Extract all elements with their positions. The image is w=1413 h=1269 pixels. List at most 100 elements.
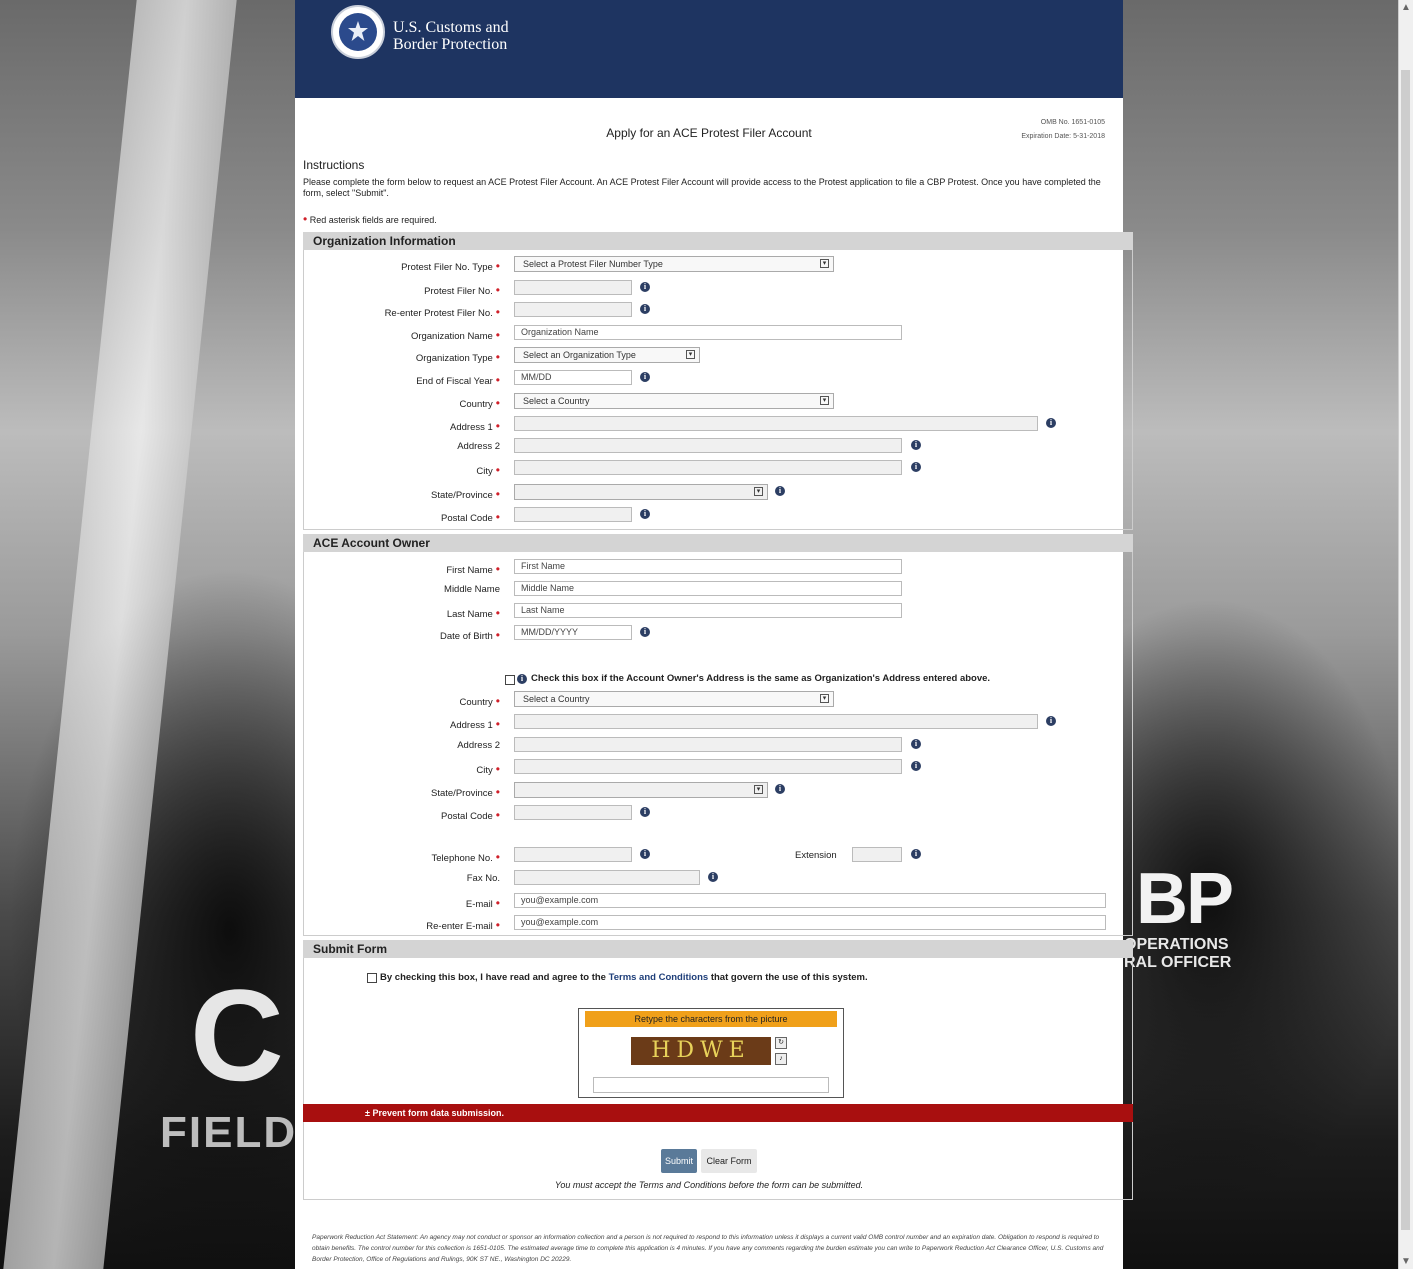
first-name-label: First Name • bbox=[295, 562, 500, 576]
country-label: Country • bbox=[295, 396, 500, 410]
info-icon[interactable]: i bbox=[911, 849, 921, 859]
required-star-icon: • bbox=[495, 510, 500, 524]
info-icon[interactable]: i bbox=[911, 462, 921, 472]
country-select[interactable]: Select a Country ▾ bbox=[514, 393, 834, 409]
prevent-submission-bar: ± Prevent form data submission. bbox=[303, 1104, 1133, 1122]
required-star-icon: • bbox=[495, 305, 500, 319]
reenter-email-input[interactable]: you@example.com bbox=[514, 915, 1106, 930]
dob-label-text: Date of Birth bbox=[439, 631, 493, 642]
info-icon[interactable]: i bbox=[911, 761, 921, 771]
email-input[interactable]: you@example.com bbox=[514, 893, 1106, 908]
background-ops-line2: RAL OFFICER bbox=[1124, 954, 1232, 971]
owner-address2-input[interactable] bbox=[514, 737, 902, 752]
state-select[interactable]: ▾ bbox=[514, 484, 768, 500]
required-note: • Red asterisk fields are required. bbox=[303, 212, 437, 226]
city-label: City • bbox=[295, 463, 500, 477]
last-name-label: Last Name • bbox=[295, 606, 500, 620]
info-icon[interactable]: i bbox=[911, 440, 921, 450]
chevron-down-icon: ▾ bbox=[754, 785, 763, 794]
fiscal-year-label-text: End of Fiscal Year bbox=[416, 376, 493, 387]
info-icon[interactable]: i bbox=[517, 674, 527, 684]
filer-type-select[interactable]: Select a Protest Filer Number Type ▾ bbox=[514, 256, 834, 272]
required-star-icon: • bbox=[495, 463, 500, 477]
info-icon[interactable]: i bbox=[1046, 418, 1056, 428]
postal-input[interactable] bbox=[514, 507, 632, 522]
owner-state-select[interactable]: ▾ bbox=[514, 782, 768, 798]
extension-input[interactable] bbox=[852, 847, 902, 862]
first-name-input[interactable]: First Name bbox=[514, 559, 902, 574]
required-star-icon: • bbox=[495, 850, 500, 864]
info-icon[interactable]: i bbox=[640, 509, 650, 519]
page-scrollbar[interactable]: ▲ ▼ bbox=[1398, 0, 1413, 1269]
owner-address1-input[interactable] bbox=[514, 714, 1038, 729]
reenter-filer-no-input[interactable] bbox=[514, 302, 632, 317]
info-icon[interactable]: i bbox=[708, 872, 718, 882]
info-icon[interactable]: i bbox=[911, 739, 921, 749]
city-input[interactable] bbox=[514, 460, 902, 475]
owner-postal-label-text: Postal Code bbox=[441, 811, 493, 822]
owner-postal-input[interactable] bbox=[514, 805, 632, 820]
scroll-down-icon[interactable]: ▼ bbox=[1399, 1256, 1413, 1267]
phone-label-text: Telephone No. bbox=[431, 853, 493, 864]
section-submit-heading: Submit Form bbox=[303, 940, 1133, 958]
clear-form-button[interactable]: Clear Form bbox=[701, 1149, 757, 1173]
refresh-icon[interactable]: ↻ bbox=[775, 1037, 787, 1049]
same-address-checkbox[interactable] bbox=[505, 675, 515, 685]
city-label-text: City bbox=[476, 466, 493, 477]
owner-state-label: State/Province • bbox=[295, 785, 500, 799]
scroll-thumb[interactable] bbox=[1401, 70, 1410, 1230]
terms-link[interactable]: Terms and Conditions bbox=[609, 972, 709, 983]
info-icon[interactable]: i bbox=[1046, 716, 1056, 726]
same-address-text: Check this box if the Account Owner's Ad… bbox=[531, 673, 991, 684]
info-icon[interactable]: i bbox=[640, 372, 650, 382]
phone-label: Telephone No. • bbox=[295, 850, 500, 864]
owner-address1-label: Address 1 • bbox=[295, 717, 500, 731]
extension-label: Extension bbox=[795, 850, 837, 861]
chevron-down-icon: ▾ bbox=[754, 487, 763, 496]
required-star-icon: • bbox=[495, 918, 500, 932]
phone-input[interactable] bbox=[514, 847, 632, 862]
info-icon[interactable]: i bbox=[640, 304, 650, 314]
site-header: U.S. Customs and Border Protection bbox=[295, 0, 1123, 98]
captcha-input[interactable] bbox=[593, 1077, 829, 1093]
address1-input[interactable] bbox=[514, 416, 1038, 431]
fiscal-year-input[interactable]: MM/DD bbox=[514, 370, 632, 385]
fax-input[interactable] bbox=[514, 870, 700, 885]
agency-name[interactable]: U.S. Customs and Border Protection bbox=[393, 19, 509, 53]
page-title: Apply for an ACE Protest Filer Account bbox=[606, 126, 812, 140]
scroll-up-icon[interactable]: ▲ bbox=[1399, 2, 1413, 13]
filer-no-input[interactable] bbox=[514, 280, 632, 295]
submit-button[interactable]: Submit bbox=[661, 1149, 697, 1173]
terms-checkbox[interactable] bbox=[367, 973, 377, 983]
required-star-icon: • bbox=[495, 896, 500, 910]
required-star-icon: • bbox=[495, 606, 500, 620]
fax-label: Fax No. bbox=[295, 873, 500, 884]
info-icon[interactable]: i bbox=[640, 282, 650, 292]
last-name-input[interactable]: Last Name bbox=[514, 603, 902, 618]
middle-name-input[interactable]: Middle Name bbox=[514, 581, 902, 596]
org-type-select[interactable]: Select an Organization Type ▾ bbox=[514, 347, 700, 363]
required-star-icon: • bbox=[495, 717, 500, 731]
info-icon[interactable]: i bbox=[640, 807, 650, 817]
instructions-heading: Instructions bbox=[303, 158, 365, 172]
required-star-icon: • bbox=[495, 373, 500, 387]
email-label-text: E-mail bbox=[465, 899, 493, 910]
owner-address2-label-text: Address 2 bbox=[457, 740, 500, 751]
org-type-label: Organization Type • bbox=[295, 350, 500, 364]
owner-country-value: Select a Country bbox=[523, 694, 590, 704]
owner-country-label-text: Country bbox=[459, 697, 493, 708]
audio-icon[interactable]: ♪ bbox=[775, 1053, 787, 1065]
info-icon[interactable]: i bbox=[640, 849, 650, 859]
org-type-value: Select an Organization Type bbox=[523, 350, 636, 360]
address2-label-text: Address 2 bbox=[457, 441, 500, 452]
org-name-input[interactable]: Organization Name bbox=[514, 325, 902, 340]
dob-input[interactable]: MM/DD/YYYY bbox=[514, 625, 632, 640]
middle-name-label-text: Middle Name bbox=[444, 584, 500, 595]
address2-input[interactable] bbox=[514, 438, 902, 453]
info-icon[interactable]: i bbox=[775, 486, 785, 496]
info-icon[interactable]: i bbox=[640, 627, 650, 637]
owner-city-input[interactable] bbox=[514, 759, 902, 774]
required-star-icon: • bbox=[495, 328, 500, 342]
owner-country-select[interactable]: Select a Country ▾ bbox=[514, 691, 834, 707]
info-icon[interactable]: i bbox=[775, 784, 785, 794]
